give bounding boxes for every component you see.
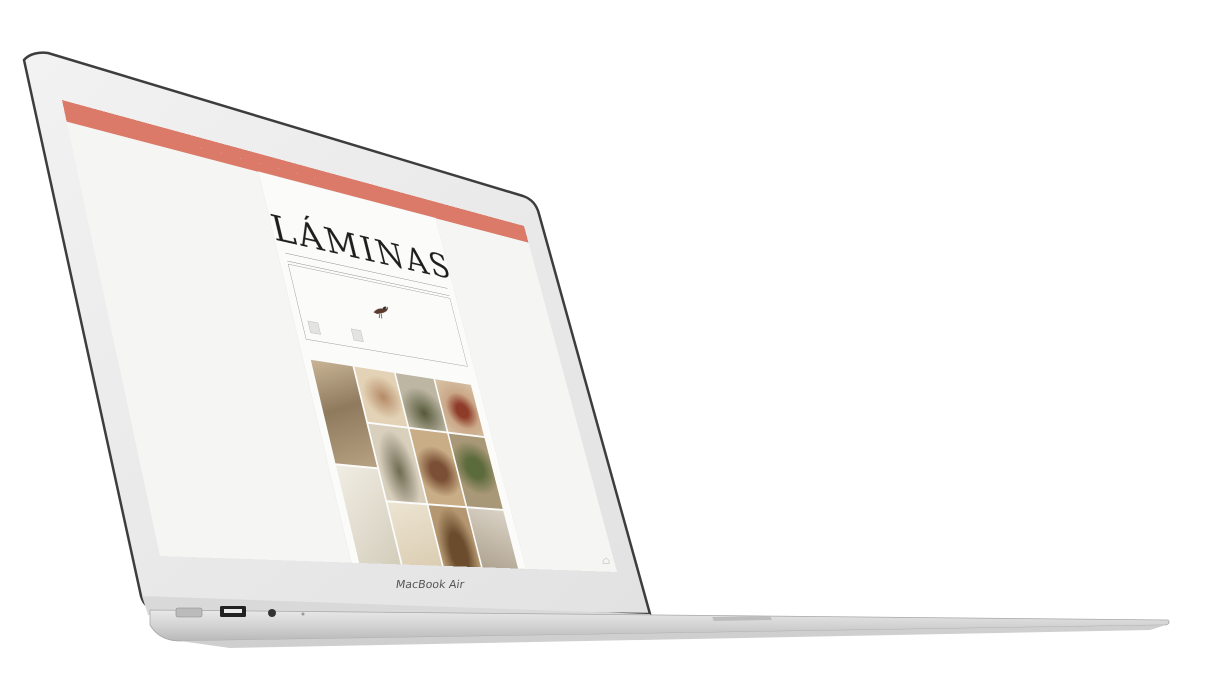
plate-grid: [310, 359, 524, 573]
laptop-model-label: MacBook Air: [394, 578, 466, 591]
bird-icon: [371, 303, 391, 322]
home-icon: ⌂: [602, 554, 611, 567]
nav-item[interactable]: ·: [313, 175, 317, 182]
nav-item[interactable]: ·: [277, 165, 281, 172]
nav-item[interactable]: ·: [200, 144, 204, 151]
nav-item[interactable]: ·: [220, 150, 224, 157]
nav-item[interactable]: ·: [239, 155, 243, 162]
nav-item[interactable]: ·: [258, 160, 262, 167]
nav-item[interactable]: ·: [295, 170, 299, 177]
intro-text-left: [296, 271, 357, 284]
action-button[interactable]: [307, 320, 321, 335]
action-button[interactable]: [350, 328, 364, 343]
laptop-scene: · · · · · · · LÁMINAS MacBook Air ⌂: [0, 0, 1213, 675]
